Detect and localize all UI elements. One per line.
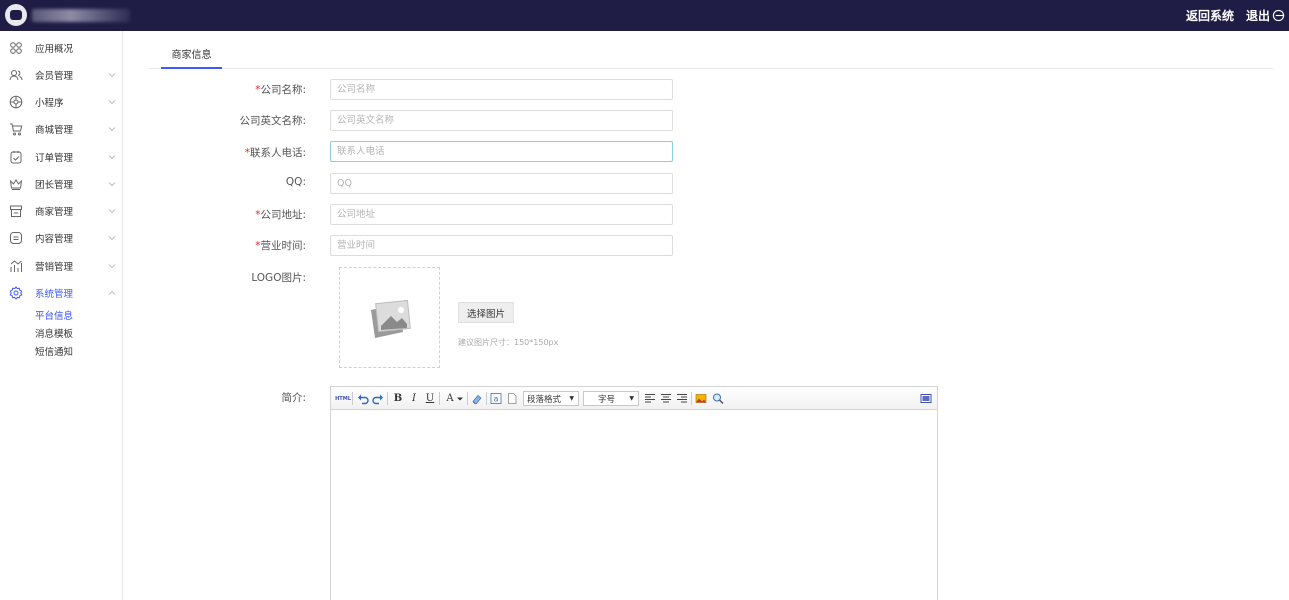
- sidebar-item-label: 会员管理: [35, 70, 74, 82]
- font-size-select[interactable]: 字号 ▼: [583, 391, 639, 406]
- logout-button[interactable]: 退出: [1246, 7, 1285, 24]
- eraser-icon[interactable]: [471, 392, 483, 405]
- redo-icon[interactable]: [372, 392, 384, 405]
- chevron-down-icon: [108, 99, 116, 104]
- company-name-label: *公司名称:: [255, 82, 306, 97]
- company-en-name-input[interactable]: [330, 110, 673, 131]
- sidebar-item-mall[interactable]: 商城管理: [0, 115, 123, 142]
- brand-name-blurred: [32, 9, 130, 22]
- sidebar-item-merchants[interactable]: 商家管理: [0, 197, 123, 224]
- editor-toolbar: HTML B I U A a 段落格式 ▼ 字号 ▼: [331, 387, 937, 410]
- logo-label: LOGO图片:: [251, 272, 306, 284]
- sidebar-item-orders[interactable]: 订单管理: [0, 143, 123, 170]
- sidebar-item-label: 内容管理: [35, 233, 74, 245]
- sidebar-item-content[interactable]: 内容管理: [0, 224, 123, 251]
- company-name-input[interactable]: [330, 79, 673, 100]
- logout-icon: [1272, 9, 1285, 22]
- sidebar-item-marketing[interactable]: 营销管理: [0, 252, 123, 279]
- rich-text-editor[interactable]: HTML B I U A a 段落格式 ▼ 字号 ▼: [330, 386, 938, 600]
- app-logo: [5, 4, 27, 26]
- return-system-link[interactable]: 返回系统: [1186, 7, 1234, 24]
- paragraph-format-value: 段落格式: [527, 394, 562, 405]
- qq-label: QQ:: [285, 176, 306, 188]
- intro-label: 简介:: [281, 392, 306, 404]
- tab-merchant-info[interactable]: 商家信息: [161, 40, 222, 69]
- grid-icon: [10, 41, 22, 54]
- search-replace-icon[interactable]: [712, 392, 724, 405]
- company-en-name-label: 公司英文名称:: [239, 115, 306, 127]
- contact-phone-label-text: 联系人电话:: [249, 147, 306, 159]
- fullscreen-icon[interactable]: [920, 392, 932, 405]
- sidebar-subitem-sms-notice[interactable]: 短信通知: [35, 344, 73, 358]
- sidebar-item-label: 商城管理: [35, 124, 74, 136]
- sidebar-item-label: 营销管理: [35, 261, 74, 273]
- company-name-label-text: 公司名称:: [260, 84, 306, 96]
- select-image-button[interactable]: 选择图片: [458, 302, 514, 323]
- qq-input[interactable]: [330, 173, 673, 194]
- sidebar-item-label: 系统管理: [35, 288, 74, 300]
- sidebar-item-members[interactable]: 会员管理: [0, 61, 123, 88]
- svg-text:a: a: [494, 395, 499, 404]
- sidebar-item-label: 小程序: [35, 97, 64, 109]
- align-center-icon[interactable]: [660, 392, 672, 405]
- sidebar-subitem-platform-info[interactable]: 平台信息: [35, 308, 73, 322]
- sidebar-item-label: 订单管理: [35, 152, 74, 164]
- image-placeholder-icon: [371, 300, 411, 338]
- italic-button[interactable]: I: [408, 392, 420, 405]
- sidebar-item-label: 应用概况: [35, 43, 74, 55]
- business-hours-input[interactable]: [330, 235, 673, 256]
- users-icon: [9, 69, 23, 80]
- document-icon[interactable]: [506, 392, 518, 405]
- business-hours-label: *营业时间:: [255, 238, 306, 253]
- chevron-up-icon: [108, 290, 116, 295]
- bold-button[interactable]: B: [392, 392, 404, 405]
- address-label: *公司地址:: [255, 207, 306, 222]
- font-color-button[interactable]: A: [444, 392, 456, 405]
- crown-icon: [9, 178, 23, 190]
- chevron-down-icon: [108, 208, 116, 213]
- marketing-icon: [10, 259, 22, 272]
- chevron-down-icon: [108, 154, 116, 159]
- tab-bar: 商家信息: [149, 40, 1274, 69]
- paragraph-format-select[interactable]: 段落格式 ▼: [523, 391, 579, 406]
- chevron-down-icon: [108, 263, 116, 268]
- logo-upload-box[interactable]: [339, 267, 440, 368]
- align-right-icon[interactable]: [676, 392, 688, 405]
- anchor-icon[interactable]: a: [490, 392, 502, 405]
- underline-button[interactable]: U: [424, 392, 436, 405]
- html-source-button[interactable]: HTML: [335, 392, 351, 405]
- miniprogram-icon: [9, 95, 23, 108]
- upload-size-hint: 建议图片尺寸：150*150px: [458, 338, 559, 347]
- gear-icon: [9, 285, 23, 300]
- sidebar: 应用概况 会员管理 小程序 商城管理 订单管理 团长管理 商家管理 内容管理 营…: [0, 31, 123, 600]
- logout-label: 退出: [1245, 9, 1270, 23]
- sidebar-item-leaders[interactable]: 团长管理: [0, 170, 123, 197]
- top-bar: 返回系统 退出: [0, 0, 1289, 31]
- chevron-down-icon: [108, 235, 116, 240]
- content-icon: [10, 231, 22, 244]
- sidebar-item-label: 团长管理: [35, 179, 74, 191]
- undo-icon[interactable]: [357, 392, 369, 405]
- sidebar-item-miniprogram[interactable]: 小程序: [0, 88, 123, 115]
- caret-down-icon[interactable]: [456, 392, 464, 405]
- sidebar-subitem-message-template[interactable]: 消息模板: [35, 326, 73, 340]
- font-size-value: 字号: [598, 394, 616, 405]
- chevron-down-icon: [108, 126, 116, 131]
- chevron-down-icon: [108, 181, 116, 186]
- store-icon: [10, 205, 22, 217]
- insert-image-icon[interactable]: [695, 392, 707, 405]
- order-icon: [10, 150, 22, 163]
- align-left-icon[interactable]: [644, 392, 656, 405]
- sidebar-item-overview[interactable]: 应用概况: [0, 34, 123, 61]
- contact-phone-label: *联系人电话:: [245, 145, 306, 160]
- cart-icon: [10, 123, 23, 135]
- business-hours-label-text: 营业时间:: [260, 240, 306, 252]
- address-input[interactable]: [330, 204, 673, 225]
- address-label-text: 公司地址:: [260, 209, 306, 221]
- sidebar-item-system[interactable]: 系统管理: [0, 279, 123, 306]
- sidebar-item-label: 商家管理: [35, 206, 74, 218]
- chevron-down-icon: [108, 72, 116, 77]
- contact-phone-input[interactable]: [330, 141, 673, 162]
